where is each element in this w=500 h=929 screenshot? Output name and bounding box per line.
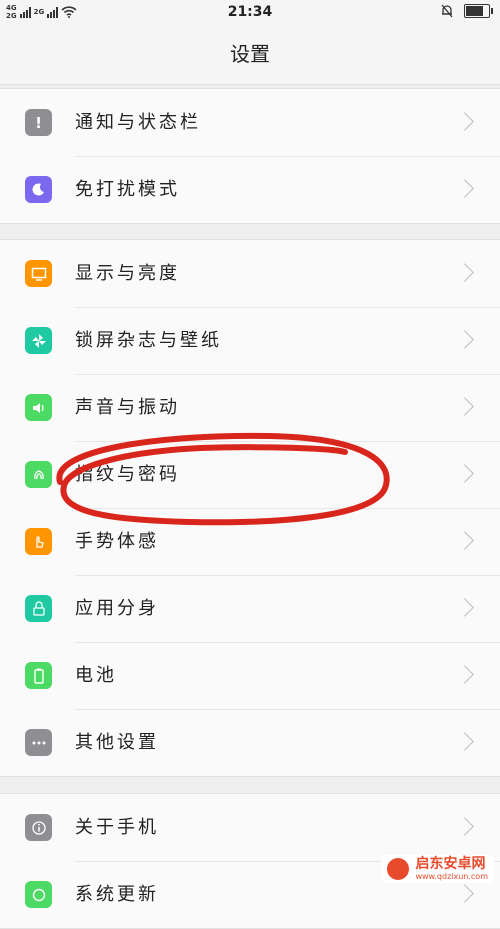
settings-item-label: 免打扰模式 [75, 179, 180, 200]
chevron-right-icon [455, 531, 474, 550]
settings-item-label: 应用分身 [75, 598, 159, 619]
chevron-right-icon [455, 884, 474, 903]
watermark-text-block: 启东安卓网 www.qdzixun.com [415, 856, 488, 882]
settings-item-label: 电池 [75, 665, 117, 686]
chevron-right-icon [455, 179, 474, 198]
chevron-right-icon [455, 112, 474, 131]
info-icon [25, 814, 52, 841]
settings-item-label: 指纹与密码 [75, 464, 180, 485]
pinwheel-icon [25, 327, 52, 354]
chevron-right-icon [455, 732, 474, 751]
settings-item-label: 系统更新 [75, 884, 159, 905]
watermark-logo-icon [387, 858, 410, 880]
battery-status-icon [464, 4, 493, 18]
status-right [440, 4, 493, 18]
settings-item-label: 锁屏杂志与壁纸 [75, 330, 222, 351]
chevron-right-icon [455, 464, 474, 483]
settings-item-label: 关于手机 [75, 817, 159, 838]
settings-item-notification[interactable]: ! 通知与状态栏 [0, 89, 500, 156]
status-bar: 4G 2G 2G 21:34 [0, 0, 500, 26]
app-clone-icon [25, 595, 52, 622]
settings-item-app-clone[interactable]: 应用分身 [0, 575, 500, 642]
battery-icon [25, 662, 52, 689]
settings-item-fingerprint[interactable]: 指纹与密码 [0, 441, 500, 508]
settings-item-do-not-disturb[interactable]: 免打扰模式 [0, 156, 500, 223]
gesture-hand-icon [25, 528, 52, 555]
settings-item-display[interactable]: 显示与亮度 [0, 240, 500, 307]
chevron-right-icon [455, 397, 474, 416]
watermark: 启东安卓网 www.qdzixun.com [381, 855, 494, 883]
settings-item-label: 手势体感 [75, 531, 159, 552]
settings-group-1: ! 通知与状态栏 免打扰模式 [0, 88, 500, 224]
bell-muted-icon [441, 4, 453, 18]
settings-item-label: 显示与亮度 [75, 263, 180, 284]
chevron-right-icon [455, 263, 474, 282]
page-title: 设置 [0, 26, 500, 85]
settings-item-battery[interactable]: 电池 [0, 642, 500, 709]
watermark-text: 启东安卓网 [415, 856, 486, 872]
watermark-url: www.qdzixun.com [415, 872, 488, 881]
settings-item-label: 通知与状态栏 [75, 112, 201, 133]
status-time: 21:34 [227, 4, 273, 20]
chevron-right-icon [455, 817, 474, 836]
chevron-right-icon [455, 665, 474, 684]
more-icon [25, 729, 52, 756]
settings-item-label: 其他设置 [75, 732, 159, 753]
settings-item-other[interactable]: 其他设置 [0, 709, 500, 776]
settings-group-2: 显示与亮度 锁屏杂志与壁纸 声音与振动 指纹与密码 手势体感 应用分身 电池 其… [0, 239, 500, 777]
settings-item-sound[interactable]: 声音与振动 [0, 374, 500, 441]
chevron-right-icon [455, 330, 474, 349]
speaker-icon [25, 394, 52, 421]
settings-item-gesture[interactable]: 手势体感 [0, 508, 500, 575]
settings-item-label: 声音与振动 [75, 397, 180, 418]
settings-item-lockscreen[interactable]: 锁屏杂志与壁纸 [0, 307, 500, 374]
chevron-right-icon [455, 598, 474, 617]
moon-icon [25, 176, 52, 203]
update-icon [25, 881, 52, 908]
notification-icon: ! [25, 109, 52, 136]
fingerprint-icon [25, 461, 52, 488]
display-icon [25, 260, 52, 287]
settings-item-about[interactable]: 关于手机 [0, 794, 500, 861]
